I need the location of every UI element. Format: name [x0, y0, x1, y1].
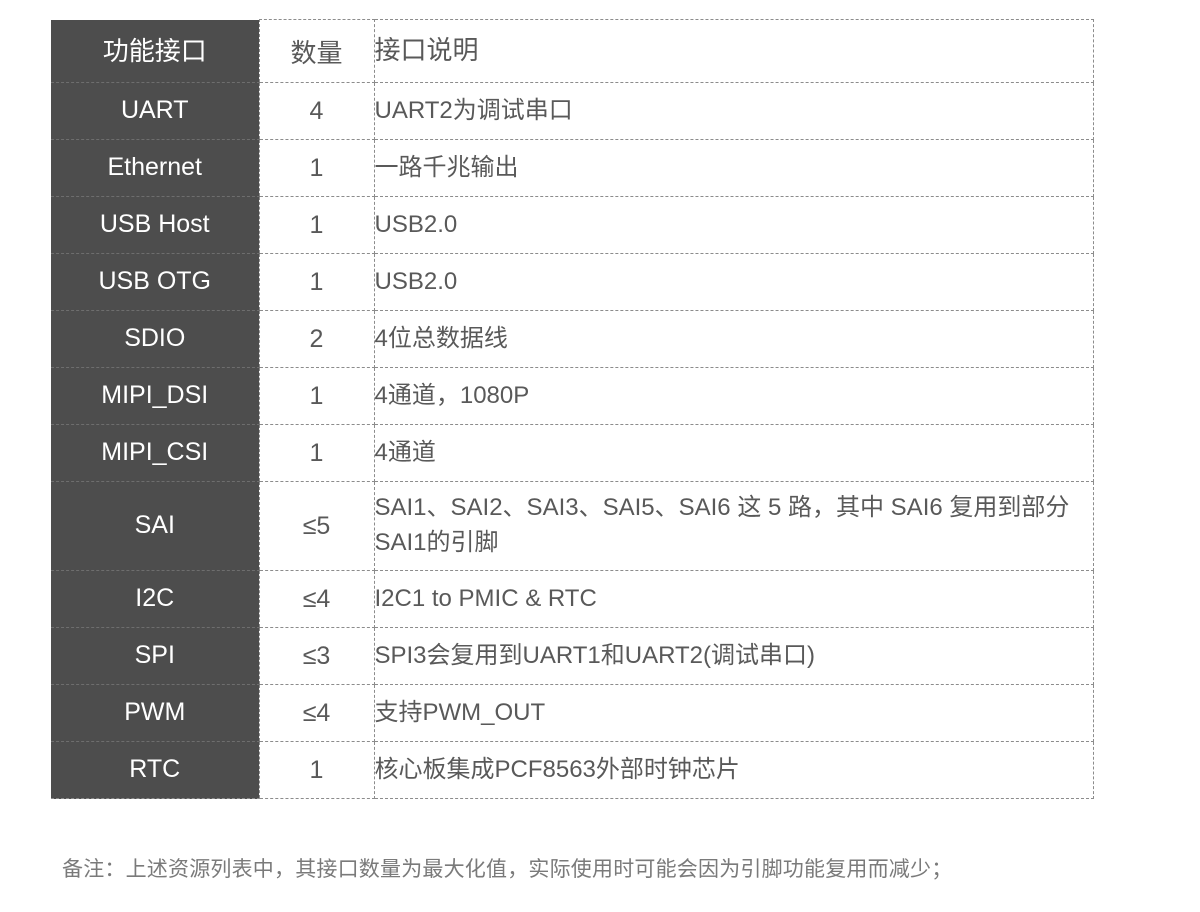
table-row: UART 4 UART2为调试串口	[51, 82, 1094, 140]
cell-interface-description: 4通道，1080P	[374, 367, 1094, 425]
table-header-row: 功能接口 数量 接口说明	[51, 19, 1094, 83]
cell-interface-name: Ethernet	[51, 139, 259, 197]
cell-interface-description: UART2为调试串口	[374, 82, 1094, 140]
interface-spec-table: 功能接口 数量 接口说明 UART 4 UART2为调试串口 Ethernet 1 一路千…	[51, 19, 1094, 799]
cell-interface-quantity: 4	[258, 82, 375, 140]
cell-interface-quantity: 1	[258, 253, 375, 311]
cell-interface-quantity: 1	[258, 741, 375, 799]
cell-interface-description: 一路千兆输出	[374, 139, 1094, 197]
cell-interface-quantity: 1	[258, 367, 375, 425]
cell-interface-description: 4通道	[374, 424, 1094, 482]
spec-page: 功能接口 数量 接口说明 UART 4 UART2为调试串口 Ethernet 1 一路千…	[0, 0, 1200, 912]
cell-interface-name: PWM	[51, 684, 259, 742]
table-row: SDIO 2 4位总数据线	[51, 310, 1094, 368]
cell-interface-name: I2C	[51, 570, 259, 628]
cell-interface-name: UART	[51, 82, 259, 140]
cell-interface-quantity: 2	[258, 310, 375, 368]
cell-interface-quantity: 1	[258, 196, 375, 254]
cell-interface-description: SAI1、SAI2、SAI3、SAI5、SAI6 这 5 路，其中 SAI6 复…	[374, 481, 1094, 571]
table-row: MIPI_CSI 1 4通道	[51, 424, 1094, 482]
cell-interface-quantity: ≤4	[258, 570, 375, 628]
cell-interface-description: USB2.0	[374, 253, 1094, 311]
table-body: 功能接口 数量 接口说明 UART 4 UART2为调试串口 Ethernet 1 一路千…	[51, 19, 1094, 799]
cell-interface-quantity: ≤5	[258, 481, 375, 571]
cell-interface-name: SPI	[51, 627, 259, 685]
cell-interface-name: MIPI_CSI	[51, 424, 259, 482]
cell-interface-name: SAI	[51, 481, 259, 571]
table-row: RTC 1 核心板集成PCF8563外部时钟芯片	[51, 741, 1094, 799]
cell-interface-quantity: 1	[258, 424, 375, 482]
table-row: USB Host 1 USB2.0	[51, 196, 1094, 254]
table-row: MIPI_DSI 1 4通道，1080P	[51, 367, 1094, 425]
cell-interface-name: MIPI_DSI	[51, 367, 259, 425]
cell-interface-quantity: ≤3	[258, 627, 375, 685]
cell-interface-name: RTC	[51, 741, 259, 799]
cell-interface-quantity: ≤4	[258, 684, 375, 742]
header-cell-function-interface: 功能接口	[51, 19, 259, 83]
cell-interface-description: 核心板集成PCF8563外部时钟芯片	[374, 741, 1094, 799]
cell-interface-name: USB Host	[51, 196, 259, 254]
cell-interface-description: 支持PWM_OUT	[374, 684, 1094, 742]
header-cell-quantity: 数量	[258, 19, 375, 83]
table-row: SPI ≤3 SPI3会复用到UART1和UART2(调试串口)	[51, 627, 1094, 685]
cell-interface-description: I2C1 to PMIC & RTC	[374, 570, 1094, 628]
cell-interface-name: USB OTG	[51, 253, 259, 311]
table-row: SAI ≤5 SAI1、SAI2、SAI3、SAI5、SAI6 这 5 路，其中 S…	[51, 481, 1094, 571]
cell-interface-quantity: 1	[258, 139, 375, 197]
table-row: Ethernet 1 一路千兆输出	[51, 139, 1094, 197]
cell-interface-description: USB2.0	[374, 196, 1094, 254]
cell-interface-name: SDIO	[51, 310, 259, 368]
cell-interface-description: SPI3会复用到UART1和UART2(调试串口)	[374, 627, 1094, 685]
table-row: PWM ≤4 支持PWM_OUT	[51, 684, 1094, 742]
table-row: USB OTG 1 USB2.0	[51, 253, 1094, 311]
footer-note: 备注：上述资源列表中，其接口数量为最大化值，实际使用时可能会因为引脚功能复用而减…	[62, 858, 953, 881]
table-row: I2C ≤4 I2C1 to PMIC & RTC	[51, 570, 1094, 628]
cell-interface-description: 4位总数据线	[374, 310, 1094, 368]
header-cell-description: 接口说明	[374, 19, 1094, 83]
